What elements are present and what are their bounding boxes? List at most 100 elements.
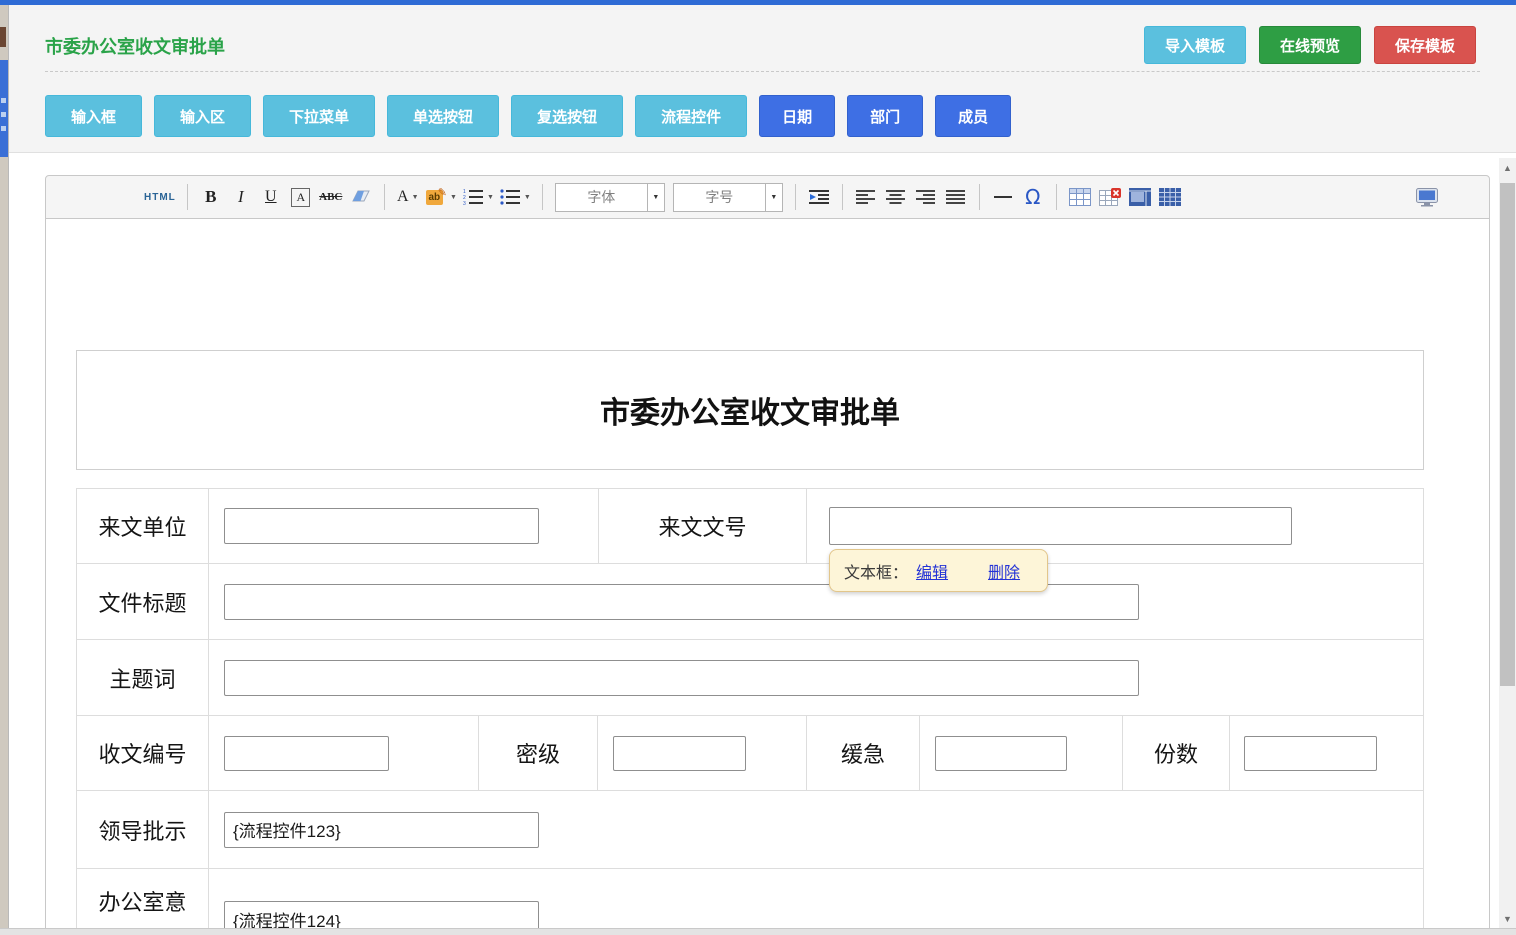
component-button-textarea[interactable]: 输入区 — [154, 95, 251, 137]
html-source-button[interactable]: HTML — [144, 182, 176, 212]
remove-format-button[interactable] — [349, 182, 373, 212]
vertical-scrollbar[interactable]: ▲ ▼ — [1499, 158, 1516, 935]
delete-link[interactable]: 删除 — [988, 559, 1020, 583]
leader-instruction-input[interactable] — [224, 812, 539, 848]
security-level-cell — [598, 716, 807, 790]
chevron-down-icon: ▼ — [647, 184, 664, 211]
toolbar-separator — [1056, 184, 1057, 210]
ordered-list-button[interactable]: 1 2 3 ▼ — [463, 182, 494, 212]
background-window-mark — [1, 126, 6, 131]
component-button-flow-control[interactable]: 流程控件 — [635, 95, 747, 137]
horizontal-rule-button[interactable] — [991, 182, 1015, 212]
receipt-number-label: 收文编号 — [77, 716, 209, 790]
copies-input[interactable] — [1244, 736, 1377, 771]
component-button-checkbox[interactable]: 复选按钮 — [511, 95, 623, 137]
background-window-mark — [1, 112, 6, 117]
urgency-label: 缓急 — [807, 716, 920, 790]
component-button-input-box[interactable]: 输入框 — [45, 95, 142, 137]
align-left-button[interactable] — [854, 182, 878, 212]
insert-table-button[interactable] — [1068, 182, 1092, 212]
boxed-a-icon: A — [291, 188, 310, 207]
rich-text-editor: HTML B I U A ABC A ▼ — [45, 175, 1490, 935]
urgency-cell — [920, 716, 1123, 790]
font-color-a-icon: A — [397, 188, 409, 206]
tooltip-field-type: 文本框： — [844, 559, 908, 583]
unordered-list-button[interactable]: ▼ — [500, 182, 531, 212]
app-panel: 市委办公室收文审批单 导入模板 在线预览 保存模板 输入框 输入区 下拉菜单 单… — [8, 5, 1516, 935]
source-unit-input[interactable] — [224, 508, 539, 544]
font-family-select[interactable]: 字体 ▼ — [555, 183, 665, 212]
receipt-number-input[interactable] — [224, 736, 389, 771]
component-button-radio[interactable]: 单选按钮 — [387, 95, 499, 137]
bold-button[interactable]: B — [199, 182, 223, 212]
eraser-icon — [351, 189, 371, 205]
char-border-button[interactable]: A — [289, 182, 313, 212]
office-opinion-cell — [209, 869, 1423, 935]
scroll-up-arrow[interactable]: ▲ — [1499, 160, 1516, 176]
italic-button[interactable]: I — [229, 182, 253, 212]
component-button-member[interactable]: 成员 — [935, 95, 1011, 137]
chevron-down-icon: ▼ — [412, 194, 419, 201]
font-size-value: 字号 — [674, 187, 765, 207]
svg-text:3: 3 — [463, 201, 466, 206]
document-number-label: 来文文号 — [599, 489, 807, 563]
table-grid-properties-button[interactable] — [1158, 182, 1182, 212]
align-right-icon — [916, 189, 935, 205]
component-button-dropdown[interactable]: 下拉菜单 — [263, 95, 375, 137]
save-template-button[interactable]: 保存模板 — [1374, 26, 1476, 64]
toolbar-separator — [979, 184, 980, 210]
align-justify-button[interactable] — [944, 182, 968, 212]
document-number-input[interactable] — [829, 507, 1292, 545]
form-title-block[interactable]: 市委办公室收文审批单 — [76, 350, 1424, 470]
editor-canvas[interactable]: 市委办公室收文审批单 来文单位 来文文号 — [45, 219, 1490, 935]
strikethrough-button[interactable]: ABC — [319, 182, 343, 212]
toolbar-separator — [384, 184, 385, 210]
table-row: 主题词 — [77, 640, 1423, 716]
table-row: 领导批示 — [77, 791, 1423, 869]
chevron-down-icon: ▼ — [524, 194, 531, 201]
toolbar-separator — [842, 184, 843, 210]
ordered-list-icon: 1 2 3 — [463, 188, 484, 206]
security-level-input[interactable] — [613, 736, 746, 771]
underline-button[interactable]: U — [259, 182, 283, 212]
scrollbar-thumb[interactable] — [1500, 183, 1515, 686]
template-actions: 导入模板 在线预览 保存模板 — [1144, 26, 1476, 64]
table-grid-icon — [1159, 188, 1181, 206]
field-context-tooltip: 文本框： 编辑 删除 — [829, 549, 1048, 592]
highlight-color-button[interactable]: ab ✎ ▼ — [426, 182, 457, 212]
table-cell-properties-button[interactable] — [1128, 182, 1152, 212]
horizontal-rule-icon — [994, 196, 1012, 198]
component-button-date[interactable]: 日期 — [759, 95, 835, 137]
edit-link[interactable]: 编辑 — [916, 559, 948, 583]
receipt-number-cell — [209, 716, 479, 790]
indent-button[interactable] — [807, 182, 831, 212]
online-preview-button[interactable]: 在线预览 — [1259, 26, 1361, 64]
background-window-fragment-blue — [0, 60, 8, 157]
font-color-button[interactable]: A ▼ — [396, 182, 420, 212]
chevron-down-icon: ▼ — [450, 194, 457, 201]
table-row: 收文编号 密级 缓急 份数 — [77, 716, 1423, 791]
background-window-edge — [0, 5, 8, 928]
special-char-button[interactable]: Ω — [1021, 182, 1045, 212]
document-title-label: 文件标题 — [77, 564, 209, 639]
security-level-label: 密级 — [479, 716, 598, 790]
indent-icon — [809, 189, 829, 205]
window-bottom-edge — [0, 928, 1516, 935]
chevron-down-icon: ▼ — [765, 184, 782, 211]
align-right-button[interactable] — [914, 182, 938, 212]
component-button-department[interactable]: 部门 — [847, 95, 923, 137]
delete-table-button[interactable] — [1098, 182, 1122, 212]
urgency-input[interactable] — [935, 736, 1067, 771]
subject-words-input[interactable] — [224, 660, 1139, 696]
import-template-button[interactable]: 导入模板 — [1144, 26, 1246, 64]
header-band: 市委办公室收文审批单 导入模板 在线预览 保存模板 输入框 输入区 下拉菜单 单… — [9, 5, 1516, 153]
fullscreen-button[interactable] — [1415, 182, 1439, 212]
font-size-select[interactable]: 字号 ▼ — [673, 183, 783, 212]
scroll-down-arrow[interactable]: ▼ — [1499, 911, 1516, 927]
align-center-button[interactable] — [884, 182, 908, 212]
subject-words-cell — [209, 640, 1423, 715]
table-cell-icon — [1129, 188, 1151, 206]
leader-instruction-cell — [209, 791, 1423, 868]
toolbar-separator — [187, 184, 188, 210]
font-family-value: 字体 — [556, 187, 647, 207]
